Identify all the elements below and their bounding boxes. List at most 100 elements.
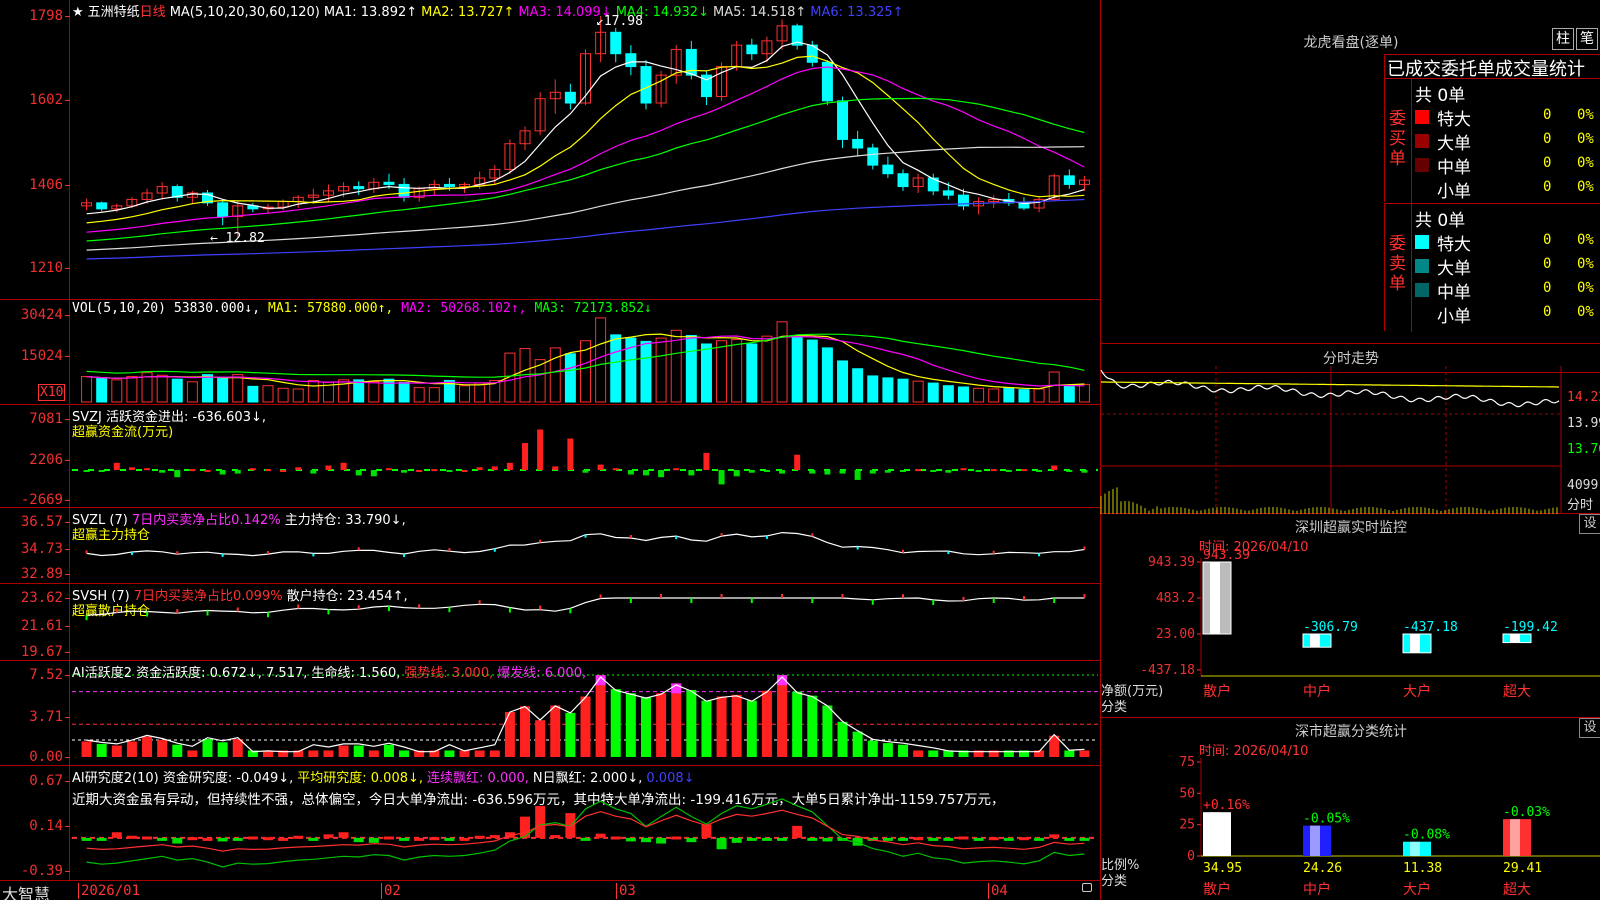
classify-tick: 75 — [1179, 755, 1195, 770]
svzl-chart[interactable] — [0, 508, 1100, 584]
svzj-bar — [794, 454, 801, 470]
svzj-bar — [310, 470, 317, 474]
buy-total: 共 0单 — [1415, 86, 1466, 106]
svsh-chart[interactable] — [0, 584, 1100, 661]
sz-classify-chart[interactable]: 75 50 25 0 +0.16% 34.95 散户 -0.05% 24.26 中户 -0.08% 1… — [1101, 718, 1600, 900]
svzj-bar — [1066, 470, 1073, 472]
svzj-bar — [960, 468, 967, 471]
intraday-chart[interactable] — [1100, 344, 1600, 514]
sell-orders-block: 委卖单 共 0单 特大 0 0% 大单 0 0% 中单 0 0% 小单 0 0% — [1384, 203, 1600, 332]
active-bar — [157, 739, 168, 757]
svzj-bar — [219, 470, 226, 475]
volume-bar — [897, 378, 909, 403]
research-bar — [671, 836, 682, 840]
right-sidebar: 龙虎看盘(逐单) 柱 笔 已成交委托单成交量统计 委买单 共 0单 特大 0 0% 大… — [1100, 0, 1600, 900]
research-bar — [142, 836, 153, 840]
volume-bar — [428, 387, 440, 403]
volume-bar — [232, 374, 244, 403]
order-swatch — [1415, 283, 1429, 297]
svzj-bar — [854, 470, 861, 480]
research-bar — [898, 837, 908, 841]
intraday-tick: 13.76 — [1567, 442, 1600, 457]
ai-research-chart[interactable] — [0, 766, 1100, 881]
sz-monitor-chart[interactable]: 943.39 483.2 23.00 -437.18 943.39 散户 -306.79 中户… — [1101, 514, 1600, 718]
classify-bar-shine — [1410, 841, 1420, 856]
order-pct: 0% — [1577, 280, 1594, 296]
volume-bar — [277, 387, 289, 403]
svzj-bar — [869, 470, 876, 474]
active-bar — [671, 683, 682, 757]
intraday-tick: 14.22 — [1567, 390, 1600, 405]
candle-body — [383, 181, 395, 185]
active-bar — [535, 720, 546, 757]
active-bar — [731, 694, 742, 757]
research-bar — [625, 837, 636, 842]
volume-bar — [459, 385, 471, 403]
svzl-panel[interactable]: 36.57 34.73 32.89 SVZL (7) 7日内买卖净占比0.142%… — [0, 508, 1100, 584]
svzj-bar — [582, 470, 589, 473]
main-kline-panel[interactable]: 1798 1602 1406 1210 ★ 五洲特纸日线 MA(5,10,20,30… — [0, 0, 1100, 300]
tick-mode-button[interactable]: 笔 — [1576, 28, 1598, 50]
volume-bar — [1048, 371, 1060, 403]
volume-bar — [292, 388, 304, 403]
bar-mode-button[interactable]: 柱 — [1552, 28, 1574, 50]
classify-change-label: +0.16% — [1203, 798, 1250, 813]
research-bar — [353, 837, 364, 843]
svzj-bar — [280, 470, 287, 472]
stats-tabs[interactable]: 已成交委托单成交量统计 — [1384, 54, 1600, 78]
svzj-bar — [990, 469, 997, 472]
monitor-tick: -437.18 — [1140, 663, 1195, 678]
ai-active-chart[interactable] — [0, 661, 1100, 766]
svzj-bar — [703, 452, 710, 470]
candle-body — [897, 173, 909, 188]
lock-icon[interactable] — [1082, 883, 1092, 892]
volume-chart[interactable] — [0, 300, 1100, 405]
svsh-line — [86, 597, 1085, 616]
volume-bar — [610, 334, 622, 403]
svzj-bar — [204, 470, 211, 472]
intraday-panel[interactable]: 分时走势 14.22 13.99 13.76 4099 分时 — [1100, 344, 1600, 514]
research-bar — [157, 837, 168, 841]
research-bar — [323, 834, 334, 838]
svzj-bar — [612, 468, 619, 471]
classify-value-label: 24.26 — [1303, 861, 1342, 876]
brand-logo: 大智慧 — [2, 885, 51, 900]
svzj-chart[interactable] — [0, 405, 1100, 508]
volume-bar — [912, 380, 924, 403]
active-bar — [625, 693, 636, 757]
volume-bar — [368, 381, 380, 403]
volume-bar — [957, 386, 969, 403]
volume-bar — [746, 343, 758, 403]
volume-panel[interactable]: 30424 15024 X10 VOL(5,10,20) 53830.000↓, M… — [0, 300, 1100, 405]
candle-body — [837, 100, 849, 140]
candle-body — [398, 183, 410, 198]
active-bar — [1079, 750, 1090, 757]
svzj-bar — [159, 470, 166, 473]
svzj-bar — [627, 470, 634, 475]
svzj-bar — [552, 466, 559, 470]
research-bar — [822, 837, 833, 842]
svzj-bar — [128, 467, 135, 470]
monitor-bar-shine — [1410, 634, 1420, 653]
research-bar — [278, 837, 289, 841]
monitor-category: 超大 — [1503, 684, 1531, 700]
order-size-label: 特大 — [1437, 110, 1471, 130]
volume-bar — [474, 382, 486, 403]
research-bar — [550, 835, 561, 839]
svzj-panel[interactable]: 7081 2206 -2669 SVZJ 活跃资金进出: -636.603↓, … — [0, 405, 1100, 508]
active-bar — [913, 750, 924, 757]
kline-chart[interactable] — [0, 0, 1100, 300]
monitor-bar-shine — [1510, 634, 1520, 643]
order-pct: 0% — [1577, 155, 1594, 171]
volume-bar — [247, 385, 259, 403]
research-bar — [1018, 837, 1029, 841]
classify-change-label: -0.03% — [1503, 805, 1550, 820]
svsh-panel[interactable]: 23.62 21.61 19.67 SVSH (7) 7日内买卖净占比0.099%… — [0, 584, 1100, 661]
volume-bar — [821, 347, 833, 403]
date-label: 03 — [616, 883, 636, 899]
candle-body — [821, 61, 833, 102]
ai-research-panel[interactable]: 0.67 0.14 -0.39 AI研究度2(10) 资金研究度: -0.049… — [0, 766, 1100, 881]
ai-active-panel[interactable]: 7.52 3.71 0.00 AI活跃度2 资金活跃度: 0.672↓, 7.5… — [0, 661, 1100, 766]
active-bar — [308, 750, 319, 757]
research-bar — [882, 837, 893, 841]
